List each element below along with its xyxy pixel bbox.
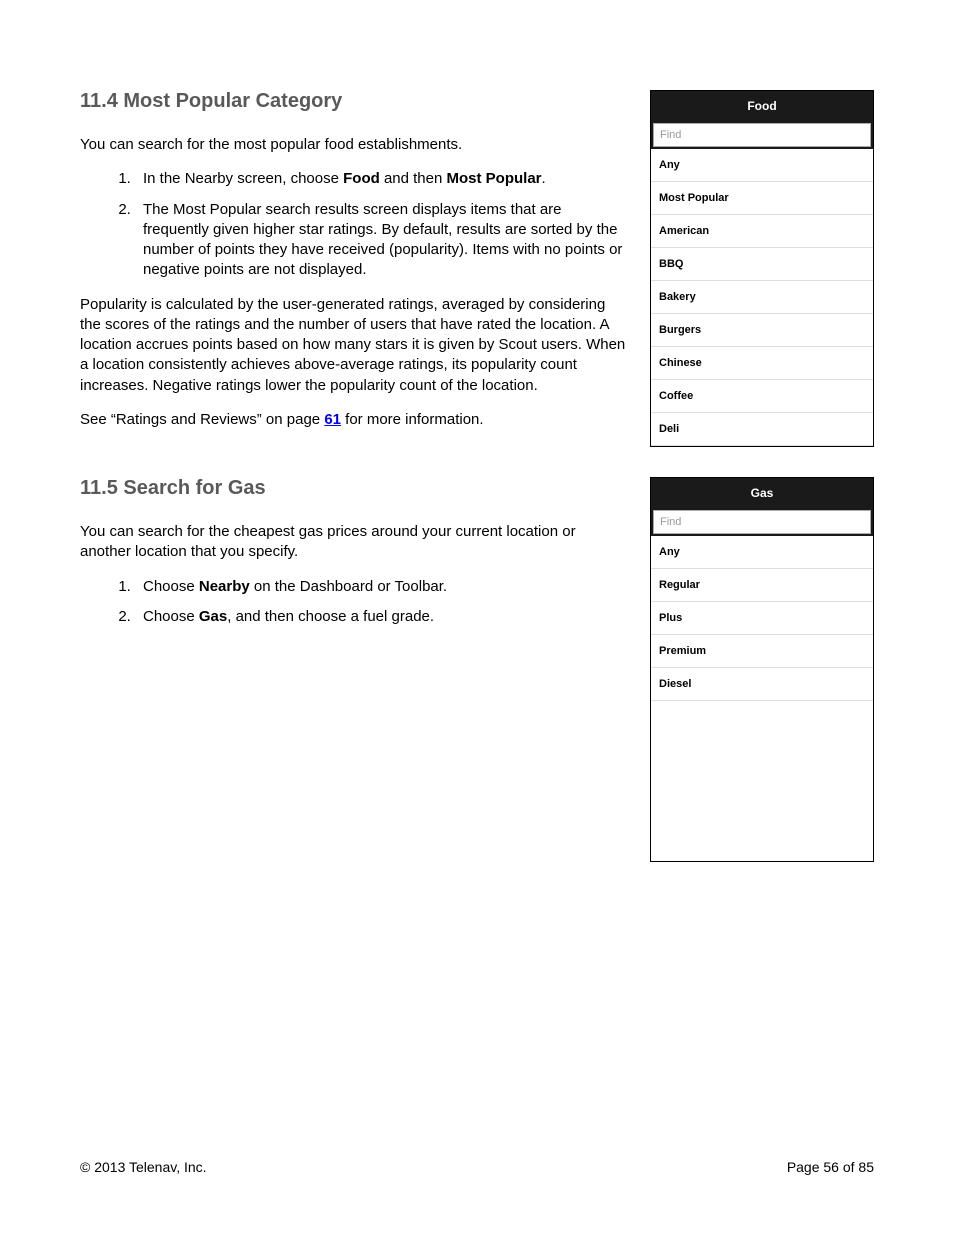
steps-list: In the Nearby screen, choose Food and th… — [80, 169, 630, 280]
page-footer: © 2013 Telenav, Inc. Page 56 of 85 — [80, 1159, 874, 1175]
phone-search-input[interactable]: Find — [653, 510, 871, 534]
text-bold: Nearby — [199, 578, 250, 595]
text: on the Dashboard or Toolbar. — [250, 578, 447, 595]
screenshot-column: Food Find Any Most Popular American BBQ … — [650, 90, 874, 447]
phone-search-bar: Find — [651, 508, 873, 536]
phone-screenshot-gas: Gas Find Any Regular Plus Premium Diesel — [650, 477, 874, 862]
phone-list: Any Regular Plus Premium Diesel — [651, 536, 873, 701]
list-item: In the Nearby screen, choose Food and th… — [135, 169, 630, 189]
phone-title: Food — [651, 91, 873, 121]
steps-list: Choose Nearby on the Dashboard or Toolba… — [80, 577, 630, 628]
page-number: Page 56 of 85 — [787, 1159, 874, 1175]
text-bold: Most Popular — [447, 170, 542, 187]
list-item: Choose Nearby on the Dashboard or Toolba… — [135, 577, 630, 597]
phone-list-item[interactable]: Plus — [651, 602, 873, 635]
section-most-popular: 11.4 Most Popular Category You can searc… — [80, 90, 874, 447]
phone-list-item[interactable]: Any — [651, 536, 873, 569]
phone-list-item[interactable]: Diesel — [651, 668, 873, 701]
phone-list-item[interactable]: Bakery — [651, 281, 873, 314]
screenshot-column: Gas Find Any Regular Plus Premium Diesel — [650, 477, 874, 862]
section-body: 11.5 Search for Gas You can search for t… — [80, 477, 630, 862]
phone-list-item[interactable]: Premium — [651, 635, 873, 668]
section-search-gas: 11.5 Search for Gas You can search for t… — [80, 477, 874, 862]
text: , and then choose a fuel grade. — [227, 608, 434, 625]
phone-list-item[interactable]: Regular — [651, 569, 873, 602]
heading-search-gas: 11.5 Search for Gas — [80, 477, 630, 500]
phone-list-item[interactable]: Chinese — [651, 347, 873, 380]
intro-text: You can search for the most popular food… — [80, 135, 630, 155]
text: In the Nearby screen, choose — [143, 170, 343, 187]
text: Choose — [143, 608, 199, 625]
text-bold: Gas — [199, 608, 227, 625]
page-link[interactable]: 61 — [324, 411, 341, 428]
heading-most-popular: 11.4 Most Popular Category — [80, 90, 630, 113]
phone-list-item[interactable]: Any — [651, 149, 873, 182]
see-also: See “Ratings and Reviews” on page 61 for… — [80, 410, 630, 430]
text: . — [542, 170, 546, 187]
section-body: 11.4 Most Popular Category You can searc… — [80, 90, 630, 447]
phone-search-input[interactable]: Find — [653, 123, 871, 147]
phone-list-item[interactable]: Coffee — [651, 380, 873, 413]
text: See “Ratings and Reviews” on page — [80, 411, 324, 428]
phone-list: Any Most Popular American BBQ Bakery Bur… — [651, 149, 873, 446]
phone-list-item[interactable]: Burgers — [651, 314, 873, 347]
text: for more information. — [341, 411, 484, 428]
phone-screenshot-food: Food Find Any Most Popular American BBQ … — [650, 90, 874, 447]
list-item: The Most Popular search results screen d… — [135, 200, 630, 281]
list-item: Choose Gas, and then choose a fuel grade… — [135, 607, 630, 627]
phone-list-item[interactable]: BBQ — [651, 248, 873, 281]
phone-search-bar: Find — [651, 121, 873, 149]
text-bold: Food — [343, 170, 380, 187]
text: and then — [380, 170, 447, 187]
paragraph: Popularity is calculated by the user-gen… — [80, 295, 630, 396]
phone-title: Gas — [651, 478, 873, 508]
intro-text: You can search for the cheapest gas pric… — [80, 522, 630, 563]
phone-list-item[interactable]: Deli — [651, 413, 873, 446]
copyright-text: © 2013 Telenav, Inc. — [80, 1159, 207, 1175]
phone-list-item[interactable]: American — [651, 215, 873, 248]
text: Choose — [143, 578, 199, 595]
phone-list-item[interactable]: Most Popular — [651, 182, 873, 215]
